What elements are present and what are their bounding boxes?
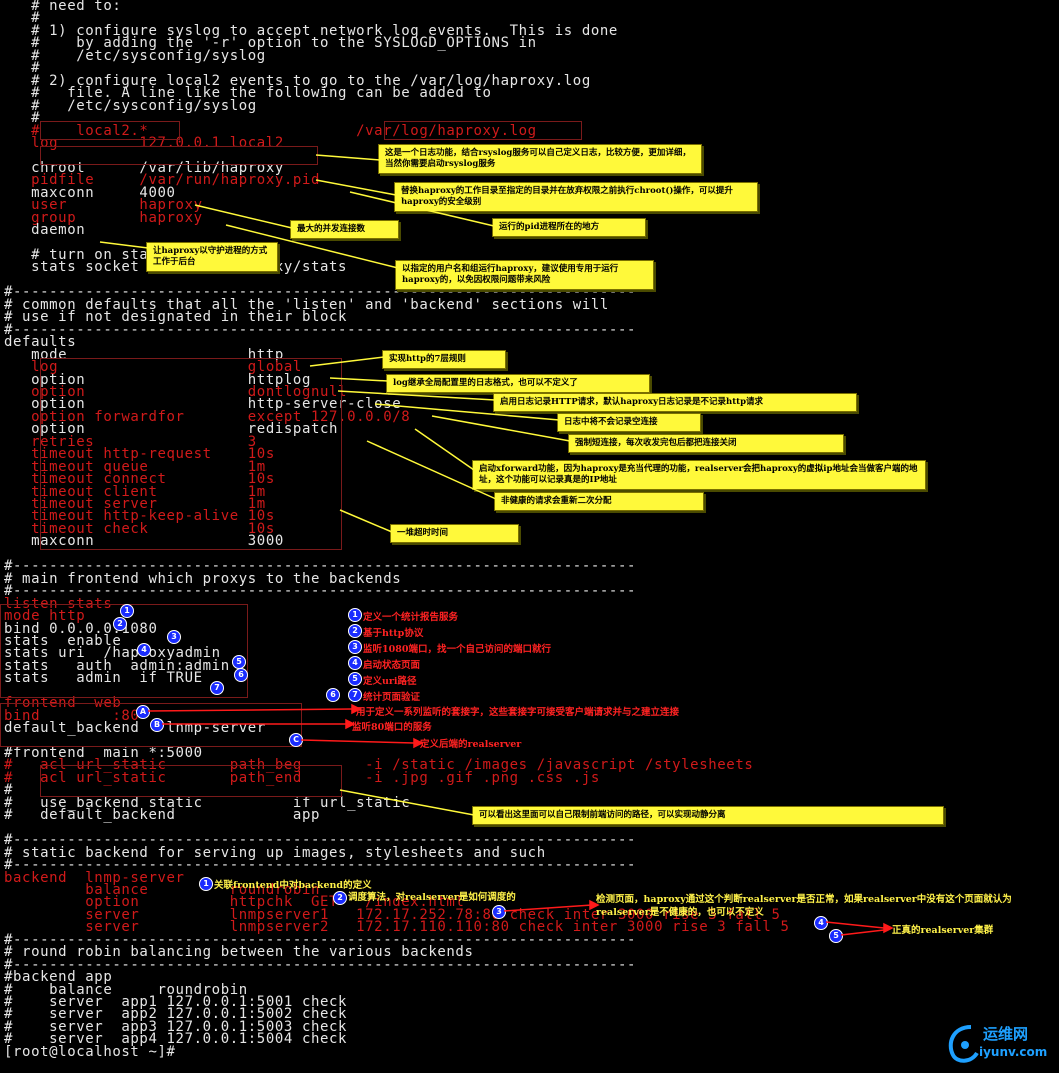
- terminal-line: # default_backend app: [4, 807, 321, 824]
- note-httplog: 启用日志记录HTTP请求，默认haproxy日志记录是不记录http请求: [493, 393, 857, 412]
- badge-backend-3: 3: [492, 905, 506, 919]
- stats-note-badge: 6: [326, 688, 340, 702]
- badge-listen-stats: 1: [120, 604, 134, 618]
- frontend-note-a: 用于定义一系列监听的套接字，这些套接字可接受客户端请求并与之建立连接: [356, 707, 680, 718]
- highlight-box: [384, 121, 582, 140]
- stats-note-text: 基于http协议: [363, 628, 424, 639]
- terminal-line: # /etc/sysconfig/syslog: [4, 47, 266, 64]
- stats-note-text: 启动状态页面: [363, 660, 421, 671]
- stats-note-badge: 3: [348, 640, 362, 654]
- badge-stats-uri: 5: [232, 655, 246, 669]
- frontend-note-b: 监听80端口的服务: [352, 722, 432, 733]
- backend-note-2: 调度算法，对realserver是如何调度的: [348, 892, 516, 903]
- badge-frontend-c: C: [289, 733, 303, 747]
- stats-note-badge: 4: [348, 656, 362, 670]
- note-log-global: log继承全局配置里的日志格式，也可以不定义了: [386, 374, 650, 393]
- note-forwardfor: 启动xforward功能，因为haproxy是充当代理的功能，realserve…: [472, 460, 926, 490]
- highlight-box: [40, 121, 180, 140]
- stats-note-badge: 1: [348, 608, 362, 622]
- watermark-url: iyunv.com: [979, 1045, 1048, 1059]
- terminal-line: daemon: [4, 222, 86, 239]
- stats-note-text: 监听1080端口，找一个自己访问的端口就行: [363, 644, 551, 655]
- badge-stats-enable: 4: [137, 643, 151, 657]
- note-chroot: 替换haproxy的工作目录至指定的目录并在放弃权限之前执行chroot()操作…: [394, 182, 758, 212]
- note-mode-http: 实现http的7层规则: [382, 350, 506, 369]
- note-user-group: 以指定的用户名和组运行haproxy，建议使用专用于运行haproxy的，以免因…: [395, 260, 654, 290]
- terminal-line: #---------------------------------------…: [4, 321, 637, 338]
- stats-note-text: 统计页面验证: [363, 692, 421, 703]
- badge-stats-auth: 6: [234, 668, 248, 682]
- badge-backend-2: 2: [333, 891, 347, 905]
- terminal-line: # /etc/sysconfig/syslog: [4, 97, 257, 114]
- note-syslog: 这是一个日志功能，结合rsyslog服务可以自己定义日志，比较方便，更加详细，当…: [378, 144, 702, 174]
- stats-note-badge: 5: [348, 672, 362, 686]
- highlight-box: [40, 765, 342, 797]
- terminal-line: [root@localhost ~]#: [4, 1043, 176, 1060]
- badge-backend-1: 1: [199, 877, 213, 891]
- badge-backend-5: 5: [829, 929, 843, 943]
- logo-swirl-icon: [948, 1025, 979, 1063]
- highlight-box: [40, 358, 342, 550]
- note-pidfile: 运行的pid进程所在的地方: [492, 218, 646, 237]
- note-static-path: 可以看出这里面可以自己限制前端访问的路径，可以实现动静分离: [472, 806, 944, 825]
- note-redispatch: 非健康的请求会重新二次分配: [494, 492, 704, 511]
- stats-note-text: 定义uri路径: [363, 676, 417, 687]
- badge-backend-4: 4: [814, 916, 828, 930]
- badge-mode-http: 2: [113, 617, 127, 631]
- note-maxconn: 最大的并发连接数: [290, 220, 399, 239]
- stats-note-text: 定义一个统计报告服务: [363, 612, 459, 623]
- watermark-title: 运维网: [983, 1025, 1029, 1043]
- frontend-note-c: 定义后端的realserver: [420, 739, 522, 750]
- note-daemon: 让haproxy以守护进程的方式工作于后台: [146, 242, 278, 272]
- badge-stats-admin: 7: [210, 681, 224, 695]
- badge-frontend-a: A: [136, 705, 150, 719]
- badge-bind: 3: [167, 630, 181, 644]
- stats-note-badge: 7: [348, 688, 362, 702]
- highlight-box: [40, 146, 318, 165]
- backend-note-5: 正真的realserver集群: [892, 925, 994, 936]
- stats-note-badge: 2: [348, 624, 362, 638]
- backend-note-3: 检测页面，haproxy通过这个判断realserver是否正常，如果reals…: [596, 894, 1012, 918]
- note-timeouts: 一堆超时时间: [390, 524, 519, 543]
- watermark-logo: 运维网 iyunv.com: [943, 1019, 1053, 1067]
- note-server-close: 强制短连接，每次收发完包后都把连接关闭: [568, 434, 844, 453]
- badge-frontend-b: B: [150, 718, 164, 732]
- note-dontlognull: 日志中将不会记录空连接: [557, 413, 701, 432]
